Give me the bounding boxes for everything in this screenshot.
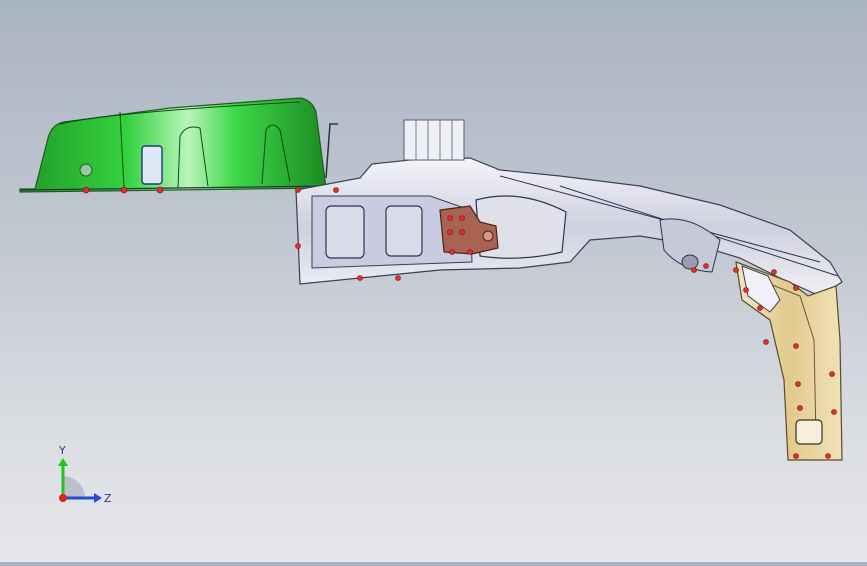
y-axis-label: Y	[58, 444, 66, 457]
model-view[interactable]	[0, 0, 867, 562]
pillar-opening	[795, 419, 823, 445]
rail-opening-right	[385, 205, 423, 257]
green-panel-window	[141, 145, 163, 185]
z-axis-label: Z	[104, 492, 112, 505]
b-pillar-part[interactable]	[735, 261, 843, 461]
rail-hole	[681, 254, 699, 270]
triad-arc	[63, 476, 85, 498]
green-panel-part[interactable]	[19, 97, 331, 193]
triad-graphic: Y Z	[58, 444, 112, 505]
rail-opening-left	[325, 205, 365, 259]
y-axis-arrowhead	[58, 458, 68, 466]
z-axis-arrowhead	[94, 493, 102, 503]
roof-rail-part[interactable]	[295, 119, 843, 297]
mounting-stud	[325, 123, 338, 179]
rail-bracket-top	[403, 119, 465, 161]
green-panel-hole	[79, 163, 93, 177]
origin-icon	[59, 494, 67, 502]
cad-viewport[interactable]	[0, 0, 867, 562]
coordinate-triad: Y Z	[48, 440, 128, 515]
